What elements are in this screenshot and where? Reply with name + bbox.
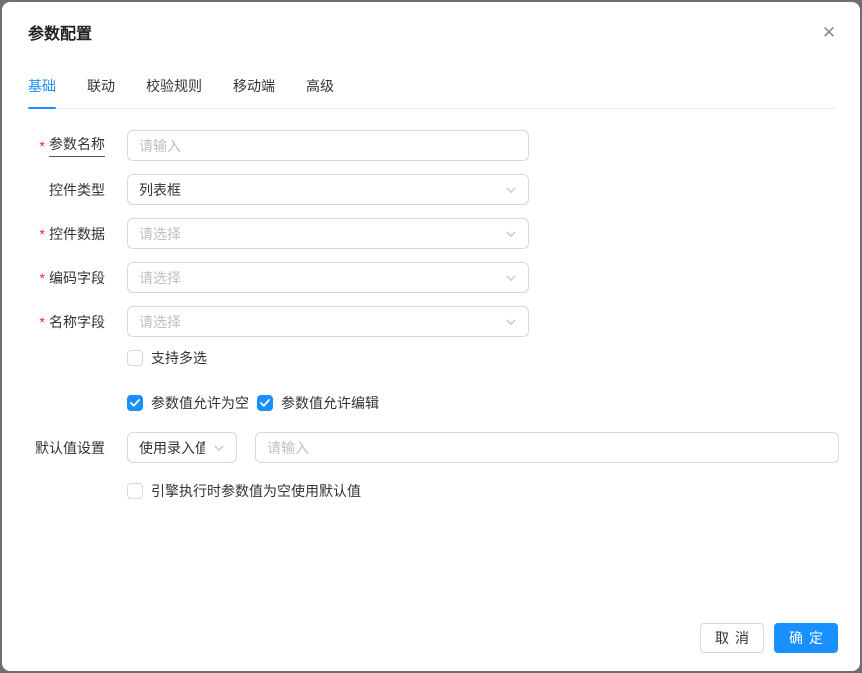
multi-select-row: 支持多选 [127,350,860,366]
default-value-input[interactable] [255,432,839,463]
checkbox-icon[interactable] [127,483,143,499]
chevron-down-icon [505,316,517,328]
checkbox-icon[interactable] [127,350,143,366]
allow-edit-checkbox[interactable]: 参数值允许编辑 [257,395,379,411]
code-field-select[interactable]: 请选择 [127,262,529,293]
required-asterisk: * [40,227,45,241]
default-value-label: 默认值设置 [2,438,105,458]
dialog-title: 参数配置 [28,25,836,45]
screen-background: 参数配置 ✕ 基础 联动 校验规则 移动端 高级 * 参数名称 控件类型 [0,0,862,673]
name-field-row: * 名称字段 请选择 [2,306,860,337]
engine-default-checkbox[interactable]: 引擎执行时参数值为空使用默认值 [127,483,361,499]
default-value-mode-select[interactable]: 使用录入值 [127,432,237,463]
allow-options-row: 参数值允许为空 参数值允许编辑 [127,395,860,411]
basic-form: * 参数名称 控件类型 列表框 * 控件数据 [2,109,860,499]
close-icon[interactable]: ✕ [818,22,840,44]
chevron-down-icon [213,442,225,454]
allow-empty-checkbox[interactable]: 参数值允许为空 [127,395,249,411]
control-type-label: 控件类型 [2,180,105,200]
param-name-input[interactable] [127,130,529,161]
tab-basic[interactable]: 基础 [28,77,56,108]
tab-linkage[interactable]: 联动 [87,77,115,108]
tab-validation-rules[interactable]: 校验规则 [146,77,202,108]
ok-button[interactable]: 确定 [774,623,838,653]
tab-advanced[interactable]: 高级 [306,77,334,108]
param-name-label: * 参数名称 [2,134,105,157]
param-name-row: * 参数名称 [2,130,860,161]
name-field-label: * 名称字段 [2,312,105,332]
control-type-select[interactable]: 列表框 [127,174,529,205]
required-asterisk: * [40,271,45,285]
default-value-row: 默认值设置 使用录入值 [2,432,860,463]
chevron-down-icon [505,184,517,196]
dialog-footer: 取消 确定 [700,623,838,653]
control-data-select[interactable]: 请选择 [127,218,529,249]
control-data-label: * 控件数据 [2,224,105,244]
code-field-row: * 编码字段 请选择 [2,262,860,293]
tab-mobile[interactable]: 移动端 [233,77,275,108]
required-asterisk: * [40,315,45,329]
required-asterisk: * [40,139,45,153]
tab-bar: 基础 联动 校验规则 移动端 高级 [28,77,836,109]
checkbox-checked-icon[interactable] [257,395,273,411]
code-field-label: * 编码字段 [2,268,105,288]
chevron-down-icon [505,272,517,284]
control-data-row: * 控件数据 请选择 [2,218,860,249]
engine-default-row: 引擎执行时参数值为空使用默认值 [127,483,860,499]
name-field-select[interactable]: 请选择 [127,306,529,337]
dialog-header: 参数配置 ✕ [2,2,860,45]
chevron-down-icon [505,228,517,240]
cancel-button[interactable]: 取消 [700,623,764,653]
param-config-dialog: 参数配置 ✕ 基础 联动 校验规则 移动端 高级 * 参数名称 控件类型 [2,2,860,671]
control-type-row: 控件类型 列表框 [2,174,860,205]
checkbox-checked-icon[interactable] [127,395,143,411]
multi-select-checkbox[interactable]: 支持多选 [127,350,207,366]
